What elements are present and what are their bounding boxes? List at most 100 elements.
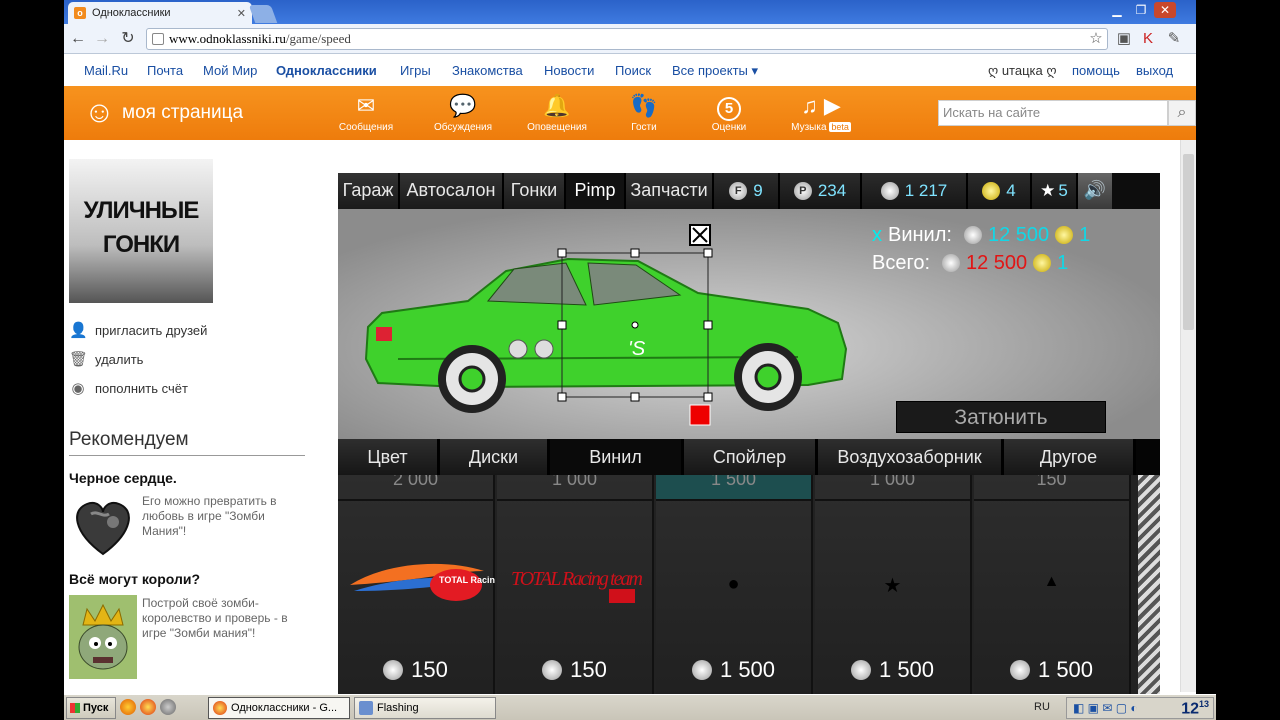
guests-button[interactable]: 👣 Гости (624, 94, 664, 134)
nav-search[interactable]: Поиск (615, 63, 651, 78)
my-page-link[interactable]: моя страница (122, 102, 243, 124)
vinyl-silver-price: 12 500 (987, 224, 1050, 246)
top-up-link[interactable]: ◉ пополнить счёт (69, 379, 187, 397)
start-button[interactable]: Пуск (66, 697, 116, 719)
stars-value: 5 (1058, 181, 1068, 200)
chrome-icon[interactable] (140, 699, 156, 715)
help-link[interactable]: помощь (1072, 63, 1120, 78)
scrollbar-thumb[interactable] (1183, 154, 1194, 330)
notifications-button[interactable]: 🔔 Оповещения (522, 94, 592, 134)
tab-garage[interactable]: Гараж (338, 173, 400, 209)
back-icon[interactable]: ← (68, 29, 88, 49)
vinyl-item[interactable]: 1 000 TOTAL Racing team 150 (497, 475, 654, 720)
zombie-king-image[interactable] (69, 595, 137, 679)
nav-all-projects[interactable]: Все проекты ▾ (672, 63, 758, 79)
tab-pimp[interactable]: Pimp (566, 173, 626, 209)
tab-close-icon[interactable]: ✕ (237, 7, 246, 20)
total-label: Всего: (872, 252, 930, 274)
ratings-button[interactable]: 5 Оценки (704, 94, 754, 133)
extension-icon[interactable]: ▣ (1114, 29, 1134, 49)
circle-shape-icon: ● (727, 573, 740, 595)
tab-races[interactable]: Гонки (504, 173, 566, 209)
fuel-icon: F (729, 182, 748, 200)
beta-badge: beta (829, 122, 851, 132)
nav-games[interactable]: Игры (400, 63, 431, 78)
black-heart-image[interactable] (69, 492, 137, 560)
vinyl-price-row: x Винил: 12 500 1 (872, 221, 1090, 249)
recommend-title: Рекомендуем (69, 429, 305, 456)
ok-logo-icon[interactable]: ☺ (84, 96, 115, 130)
portal-nav: Mail.Ru Почта Мой Мир Одноклассники Игры… (64, 54, 1196, 86)
tab-parts[interactable]: Запчасти (626, 173, 714, 209)
delete-link[interactable]: 🗑 удалить (69, 350, 143, 368)
vinyl-items-grid: 2 000 TOTAL Racing Team 150 1 000 TOTAL … (338, 475, 1138, 720)
address-bar[interactable]: www.odnoklassniki.ru/game/speed (146, 28, 1108, 50)
page-scrollbar[interactable] (1180, 140, 1196, 692)
search-icon[interactable]: ⌕ (1168, 100, 1196, 126)
site-search-input[interactable]: Искать на сайте (938, 100, 1168, 126)
nav-mailru[interactable]: Mail.Ru (84, 63, 128, 78)
item-price: 1 500 (815, 657, 970, 683)
logout-link[interactable]: выход (1136, 63, 1173, 78)
window-icon (359, 701, 373, 715)
avatar[interactable]: УЛИЧНЫЕ ГОНКИ (69, 159, 213, 303)
tune-button[interactable]: Затюнить (896, 401, 1106, 433)
gold-value: 4 (1006, 181, 1016, 200)
language-indicator[interactable]: RU (1034, 701, 1050, 713)
music-button[interactable]: ♫ ▶ Музыка beta (786, 94, 856, 133)
items-scrollbar[interactable] (1138, 475, 1160, 720)
promo-title-2[interactable]: Всё могут короли? (69, 571, 200, 587)
total-logo-2: TOTAL Racing team (511, 568, 643, 603)
quicklaunch-icon[interactable] (160, 699, 176, 715)
task-odnoklassniki[interactable]: Одноклассники - G... (208, 697, 350, 719)
wrench-icon[interactable]: ✎ (1164, 29, 1184, 49)
speaker-icon[interactable]: 🔊 (1078, 173, 1112, 209)
tray-icons[interactable]: ◧ ▣ ✉ ▢ ◐ (1073, 701, 1138, 715)
messages-button[interactable]: ✉ Сообщения (336, 94, 396, 134)
speed-game[interactable]: Гараж Автосалон Гонки Pimp Запчасти F 9 … (338, 173, 1160, 720)
reload-icon[interactable]: ↻ (118, 29, 138, 49)
vinyl-item[interactable]: 1 000 ★ 1 500 (815, 475, 972, 720)
tab-dealership[interactable]: Автосалон (400, 173, 504, 209)
url-host: www.odnoklassniki.ru (169, 31, 286, 46)
nav-odnoklassniki[interactable]: Одноклассники (276, 63, 377, 78)
nav-dating[interactable]: Знакомства (452, 63, 523, 78)
notifications-label: Оповещения (527, 122, 587, 133)
vinyl-item-selected[interactable]: 1 500 ● 1 500 (656, 475, 813, 720)
nav-mail[interactable]: Почта (147, 63, 183, 78)
promo-title-1[interactable]: Черное сердце. (69, 470, 177, 486)
firefox-icon[interactable] (120, 699, 136, 715)
car-decal-label: 'S (628, 338, 646, 360)
remove-vinyl-button[interactable]: x (872, 221, 882, 249)
bookmark-star-icon[interactable]: ☆ (1086, 29, 1106, 49)
tab-color[interactable]: Цвет (338, 439, 440, 475)
clock[interactable]: 1213 (1181, 699, 1209, 718)
extension-k-icon[interactable]: K (1138, 29, 1158, 49)
task-flashing[interactable]: Flashing (354, 697, 496, 719)
invite-friends-link[interactable]: 👤 пригласить друзей (69, 321, 207, 339)
vinyl-item[interactable]: 2 000 TOTAL Racing Team 150 (338, 475, 495, 720)
points-value: 234 (817, 181, 847, 200)
tab-vinyl[interactable]: Винил (550, 439, 684, 475)
nav-myworld[interactable]: Мой Мир (203, 63, 257, 78)
tab-wheels[interactable]: Диски (440, 439, 550, 475)
gold-coin-icon (1033, 254, 1052, 272)
nav-news[interactable]: Новости (544, 63, 594, 78)
tab-air-intake[interactable]: Воздухозаборник (818, 439, 1004, 475)
minimize-icon[interactable]: ▁ (1106, 2, 1128, 18)
user-name[interactable]: ღ uтацка ღ (988, 63, 1057, 79)
system-tray: ◧ ▣ ✉ ▢ ◐ 1213 (1066, 697, 1214, 719)
tab-spoiler[interactable]: Спойлер (684, 439, 818, 475)
invite-friends-label: пригласить друзей (95, 322, 208, 338)
discussions-button[interactable]: 💬 Обсуждения (430, 93, 496, 134)
rating-icon: 5 (704, 94, 754, 121)
forward-icon[interactable]: → (92, 29, 112, 49)
chat-icon: 💬 (449, 93, 477, 118)
close-window-icon[interactable]: ✕ (1154, 2, 1176, 18)
vinyl-item[interactable]: 150 ▲ 1 500 (974, 475, 1131, 720)
new-tab-button[interactable] (248, 5, 278, 23)
silver-coins-icon (880, 182, 899, 200)
restore-icon[interactable]: ❐ (1130, 2, 1152, 18)
browser-tab[interactable]: о Одноклассники ✕ (68, 2, 252, 24)
tab-other[interactable]: Другое (1004, 439, 1136, 475)
